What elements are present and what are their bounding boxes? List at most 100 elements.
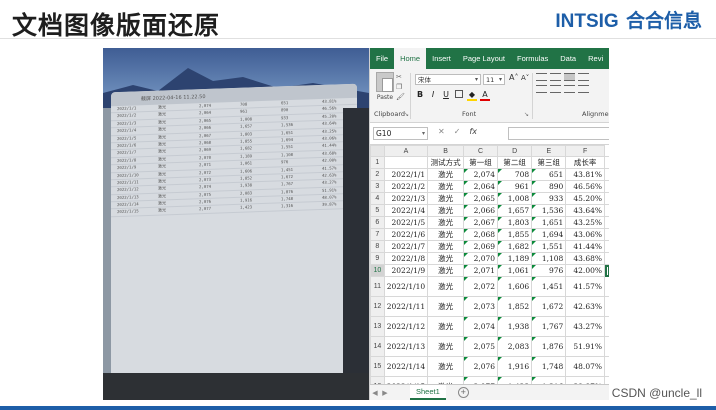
clipboard-launcher-icon[interactable]: ↘ (404, 111, 409, 118)
tab-revi[interactable]: Revi (582, 48, 609, 69)
cell[interactable]: 2,070 (462, 252, 499, 265)
cell[interactable]: 43.81% (565, 168, 605, 181)
cell[interactable]: 1,672 (531, 296, 567, 317)
paste-button[interactable]: Paste (374, 72, 396, 106)
align-left-icon[interactable] (536, 85, 547, 93)
cell[interactable] (604, 356, 609, 377)
row-header[interactable]: 8 (370, 240, 385, 253)
cell[interactable]: 激光 (427, 276, 464, 297)
font-name-select[interactable]: 宋体 ▾ (415, 74, 481, 85)
cell[interactable]: 激光 (427, 180, 464, 193)
cell[interactable]: 890 (531, 180, 567, 193)
cell[interactable]: 2,065 (462, 192, 499, 205)
orientation-icon[interactable] (578, 73, 589, 81)
row-header[interactable]: 9 (370, 252, 385, 265)
cell[interactable]: 激光 (427, 252, 464, 265)
cell[interactable]: 激光 (427, 296, 464, 317)
cell[interactable] (604, 264, 609, 277)
cell[interactable]: 1,189 (497, 252, 533, 265)
cell[interactable]: 45.20% (565, 192, 605, 205)
row-header[interactable]: 2 (370, 168, 385, 181)
cell[interactable]: 1,852 (497, 296, 533, 317)
cell[interactable]: 激光 (427, 316, 464, 337)
select-all-corner[interactable] (370, 145, 385, 157)
cell[interactable] (604, 240, 609, 253)
cell[interactable]: 2022/1/8 (383, 252, 429, 265)
cell[interactable]: 1,451 (531, 276, 567, 297)
align-middle-icon[interactable] (550, 73, 561, 81)
row-header[interactable]: 15 (370, 356, 385, 377)
cell[interactable]: 651 (531, 168, 567, 181)
cell[interactable]: 1,551 (531, 240, 567, 253)
cell[interactable]: 2,066 (462, 204, 499, 217)
cell[interactable]: 1,767 (531, 316, 567, 337)
cell[interactable]: 2022/1/1 (383, 168, 429, 181)
cell[interactable]: 2,072 (462, 276, 499, 297)
cell[interactable]: 1,108 (531, 252, 567, 265)
cell[interactable]: 激光 (427, 228, 464, 241)
cell[interactable]: 1,657 (497, 204, 533, 217)
cell[interactable] (604, 192, 609, 205)
align-top-icon[interactable] (536, 73, 547, 81)
grow-font-button[interactable]: A˄ (509, 73, 518, 82)
cell[interactable]: 2022/1/10 (383, 276, 429, 297)
cell[interactable]: 43.68% (565, 252, 605, 265)
cell[interactable]: 1,536 (531, 204, 567, 217)
cell[interactable]: 2,076 (462, 356, 499, 377)
column-header[interactable]: F (565, 145, 605, 157)
sheet-tab-sheet1[interactable]: Sheet1 (410, 385, 446, 400)
name-box[interactable]: G10 ▾ (373, 127, 428, 140)
tab-data[interactable]: Data (554, 48, 582, 69)
cell[interactable]: 第一组 (462, 156, 499, 169)
cell[interactable]: 43.06% (565, 228, 605, 241)
tab-formulas[interactable]: Formulas (511, 48, 554, 69)
cell[interactable]: 2,071 (462, 264, 499, 277)
row-header[interactable]: 5 (370, 204, 385, 217)
cell[interactable]: 708 (497, 168, 533, 181)
cell[interactable]: 51.91% (565, 336, 605, 357)
cell[interactable]: 43.25% (565, 216, 605, 229)
cell[interactable]: 2022/1/9 (383, 264, 429, 277)
cell[interactable]: 激光 (427, 204, 464, 217)
underline-button[interactable]: U (441, 90, 451, 101)
cell[interactable]: 1,606 (497, 276, 533, 297)
cell[interactable]: 1,748 (531, 356, 567, 377)
cell[interactable]: 2022/1/4 (383, 204, 429, 217)
cell[interactable]: 43.27% (565, 316, 605, 337)
cell[interactable] (604, 316, 609, 337)
cell[interactable]: 2,083 (497, 336, 533, 357)
cell[interactable]: 2,069 (462, 240, 499, 253)
cell[interactable] (383, 156, 429, 169)
tab-file[interactable]: File (370, 48, 394, 69)
row-header[interactable]: 14 (370, 336, 385, 357)
cell[interactable]: 2,064 (462, 180, 499, 193)
cell[interactable]: 41.44% (565, 240, 605, 253)
italic-button[interactable]: I (428, 90, 438, 101)
column-header[interactable]: C (462, 145, 499, 157)
cell[interactable]: 1,008 (497, 192, 533, 205)
cell[interactable]: 42.63% (565, 296, 605, 317)
cell[interactable]: 2022/1/5 (383, 216, 429, 229)
cell[interactable]: 1,803 (497, 216, 533, 229)
cell[interactable]: 2022/1/12 (383, 316, 429, 337)
column-header[interactable]: E (531, 145, 567, 157)
font-launcher-icon[interactable]: ↘ (524, 111, 529, 118)
row-header[interactable]: 13 (370, 316, 385, 337)
row-header[interactable]: 4 (370, 192, 385, 205)
cell[interactable]: 2,068 (462, 228, 499, 241)
cell[interactable]: 2022/1/3 (383, 192, 429, 205)
cell[interactable]: 激光 (427, 264, 464, 277)
row-header[interactable]: 11 (370, 276, 385, 297)
cell[interactable]: 2022/1/6 (383, 228, 429, 241)
cell[interactable]: 933 (531, 192, 567, 205)
row-header[interactable]: 1 (370, 156, 385, 169)
row-header[interactable]: 7 (370, 228, 385, 241)
cell[interactable]: 41.57% (565, 276, 605, 297)
cell[interactable] (604, 228, 609, 241)
cell[interactable]: 测试方式 (427, 156, 464, 169)
cell[interactable]: 2022/1/7 (383, 240, 429, 253)
cell[interactable]: 2,075 (462, 336, 499, 357)
cell[interactable]: 2,073 (462, 296, 499, 317)
cell[interactable] (604, 276, 609, 297)
tab-page-layout[interactable]: Page Layout (457, 48, 511, 69)
